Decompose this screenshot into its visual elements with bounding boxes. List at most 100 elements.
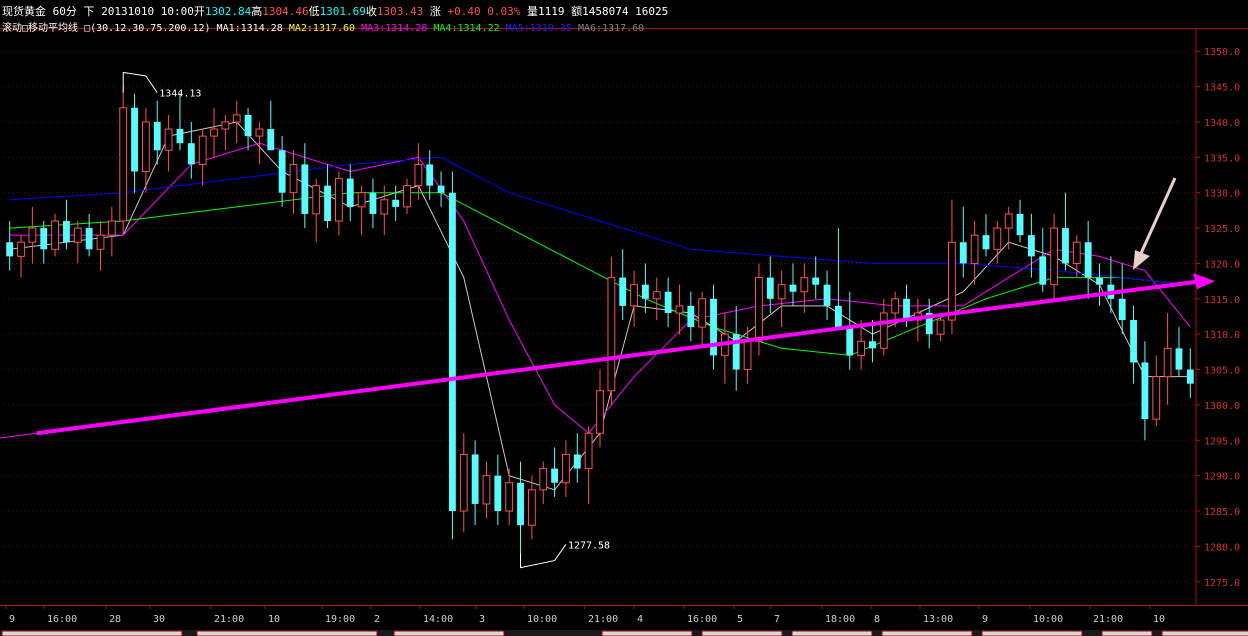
candle-body-up <box>232 114 241 123</box>
candle-body-down <box>1016 213 1024 236</box>
x-tick-label: 13:00 <box>923 614 953 625</box>
bottom-tab <box>791 630 873 636</box>
candle-body-down <box>346 178 354 207</box>
x-tick-label: 16:00 <box>47 614 77 625</box>
quote-header: 现货黄金 60分 下 20131010 10:00开1302.84高1304.4… <box>2 3 668 18</box>
x-tick-label: 3 <box>479 614 485 625</box>
candle-body-up <box>96 234 105 250</box>
candle-body-down <box>687 305 695 328</box>
candle-body-up <box>652 291 661 300</box>
y-tick-label: 1290.0 <box>1204 472 1240 483</box>
candle-body-up <box>28 227 37 243</box>
y-tick-label: 1310.0 <box>1204 330 1240 341</box>
y-tick-label: 1275.0 <box>1204 578 1240 589</box>
y-tick-label: 1315.0 <box>1204 295 1240 306</box>
candle-body-up <box>1072 241 1081 264</box>
candle-body-down <box>573 454 581 469</box>
volume-label: 量 <box>527 5 539 18</box>
candle-body-up <box>1050 227 1059 286</box>
ma4-label: MA4: <box>433 23 458 34</box>
low-label: 低 <box>308 5 320 18</box>
candle-body-down <box>85 228 93 250</box>
candle-body-down <box>63 221 70 243</box>
candle-body-up <box>210 128 218 137</box>
candle-body-down <box>1096 277 1103 285</box>
x-tick-label: 7 <box>774 614 780 625</box>
candle-body-up <box>607 277 616 392</box>
open-value: 1302.84 <box>204 5 252 18</box>
candle-body-down <box>664 291 672 313</box>
ma2-label: MA2: <box>288 23 313 34</box>
y-tick-label: 1345.0 <box>1204 83 1240 94</box>
candle-body-down <box>176 129 184 144</box>
price-chart[interactable]: 1344.13 1277.58 1350.0 1345.0 1340.0 1335.0 1… <box>0 0 1248 636</box>
candle-body-up <box>403 185 411 208</box>
candle-body-up <box>993 227 1002 250</box>
candle-body-down <box>324 185 331 221</box>
candle-body-down <box>187 143 195 165</box>
volume-value: 1119 <box>538 5 565 18</box>
candle-body-down <box>494 475 502 512</box>
candle-body-up <box>857 340 866 356</box>
candle-body-down <box>1186 369 1194 384</box>
x-tick-label: 10 <box>268 614 280 625</box>
x-tick-label: 5 <box>737 614 743 625</box>
high-value: 1304.46 <box>262 5 309 18</box>
x-tick-label: 9 <box>9 614 15 625</box>
bottom-tab <box>393 630 505 636</box>
y-tick-label: 1295.0 <box>1204 436 1240 447</box>
candle-body-up <box>505 482 514 512</box>
candle-body-up <box>879 312 888 349</box>
candle-body-down <box>1175 348 1183 370</box>
candle-body-up <box>334 178 343 222</box>
bottom-tab <box>196 630 378 636</box>
candle-body-up <box>255 128 264 137</box>
close-value: 1303.43 <box>376 5 424 18</box>
candle-body-down <box>732 334 740 370</box>
candle-body-down <box>1039 256 1047 285</box>
candle-body-down <box>1084 242 1092 278</box>
nav-label[interactable]: 下 <box>84 5 95 18</box>
bottom-tab <box>1101 630 1153 636</box>
candle-body-down <box>517 482 524 526</box>
candle-body-up <box>312 185 321 215</box>
candle-body-down <box>982 235 990 250</box>
x-tick-label: 21:00 <box>588 614 618 625</box>
indicator-name[interactable]: 移动平均线 <box>28 23 78 34</box>
candle-body-down <box>766 277 774 299</box>
y-tick-label: 1300.0 <box>1204 401 1240 412</box>
candle-body-up <box>675 305 684 314</box>
high-annotation: 1344.13 <box>159 89 201 100</box>
candle-body-up <box>755 277 763 342</box>
candle-body-up <box>482 475 491 505</box>
ma1-value: 1314.28 <box>240 23 283 34</box>
ma1-label: MA1: <box>216 23 241 34</box>
bottom-tab-bar <box>0 630 1248 636</box>
candle-body-down <box>834 305 842 328</box>
candle-body-up <box>970 234 979 264</box>
candle-body-up <box>630 284 638 307</box>
candle-body-down <box>244 114 252 137</box>
ma3-label: MA3: <box>361 23 386 34</box>
candle-body-up <box>800 277 809 293</box>
candle-body-down <box>959 242 967 264</box>
candle-body-up <box>17 241 25 257</box>
x-tick-label: 18:00 <box>825 614 855 625</box>
y-tick-label: 1350.0 <box>1204 47 1240 58</box>
candle-body-up <box>459 453 468 512</box>
candle-body-down <box>823 284 831 306</box>
candle-body-down <box>1062 228 1069 264</box>
bottom-tab <box>881 630 973 636</box>
candle-body-up <box>891 298 900 314</box>
y-tick-label: 1330.0 <box>1204 189 1240 200</box>
candle-body-up <box>584 432 593 470</box>
candle-body-down <box>278 150 286 193</box>
candle-body-down <box>40 228 48 250</box>
ma6-value: 1317.60 <box>602 23 645 34</box>
ma6-label: MA6: <box>577 23 603 34</box>
x-tick-label: 30 <box>153 614 165 625</box>
period-label[interactable]: 60分 <box>53 5 77 18</box>
candle-body-up <box>698 298 707 328</box>
bottom-tab <box>601 630 693 636</box>
candle-body-up <box>1152 376 1161 420</box>
